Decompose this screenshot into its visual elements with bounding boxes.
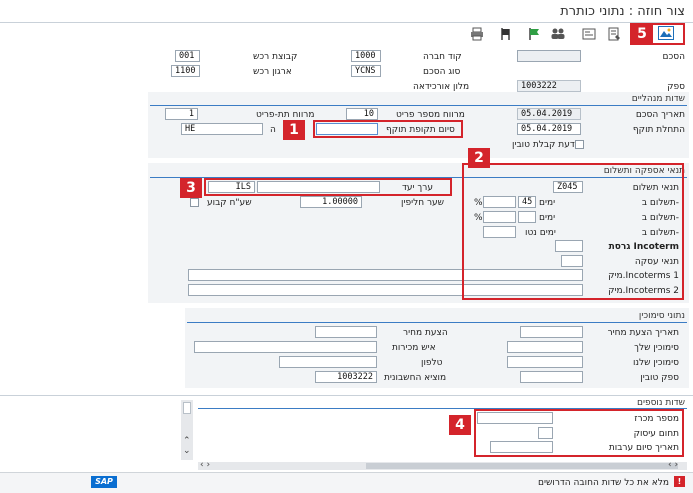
supplying-vendor-label: ספק טובין — [640, 373, 679, 383]
scroll-left-arrow[interactable]: ‹ › — [200, 460, 210, 470]
annotation-badge-2: 2 — [468, 148, 490, 168]
salesperson-field[interactable] — [194, 341, 377, 353]
exchange-rate-field[interactable]: 1.00000 — [300, 196, 362, 208]
agreement-type-label: סוג הסכם — [423, 67, 461, 77]
company-code-label: קוד חברה — [423, 52, 462, 62]
supplying-vendor-field[interactable] — [520, 371, 583, 383]
subitem-interval-label: מרווח תת-פריט — [256, 110, 315, 120]
scroll-up-arrow[interactable]: ⌃ — [183, 436, 191, 446]
subitem-interval-field[interactable]: 1 — [165, 108, 198, 120]
people-icon[interactable] — [550, 27, 565, 41]
scroll-right-arrow[interactable]: ‹ › — [668, 460, 678, 470]
vendor-name: מלון אורכידאה — [413, 82, 470, 92]
agreement-date-field[interactable]: 05.04.2019 — [517, 108, 581, 120]
annotation-box-1 — [313, 120, 463, 138]
scroll-down-arrow[interactable]: ⌄ — [183, 446, 191, 456]
purch-group-label: קבוצת רכש — [253, 52, 298, 62]
our-ref-field[interactable] — [507, 356, 583, 368]
flag-icon[interactable] — [498, 27, 512, 41]
item-interval-field[interactable]: 10 — [346, 108, 378, 120]
annotation-badge-4: 4 — [449, 415, 471, 435]
flag-green-icon[interactable] — [527, 27, 541, 41]
quote-date-field[interactable] — [520, 326, 583, 338]
your-ref-field[interactable] — [507, 341, 583, 353]
language-field[interactable]: HE — [181, 123, 263, 135]
salesperson-label: איש מכירות — [392, 343, 436, 353]
invoicing-party-label: מוציא החשבונית — [384, 373, 447, 383]
title-divider — [0, 22, 693, 23]
your-ref-label: סימוכין שלך — [634, 343, 679, 353]
status-message: מלא את כל שדות החובה הדרושים — [538, 478, 669, 488]
annotation-badge-5: 5 — [631, 24, 653, 44]
annotation-box-2 — [462, 163, 684, 300]
quote-field[interactable] — [315, 326, 377, 338]
exchange-rate-label: שער חליפין — [401, 198, 445, 208]
vendor-field[interactable]: 1003222 — [517, 80, 581, 92]
vertical-scroll-thumb[interactable] — [183, 402, 191, 414]
phone-field[interactable] — [279, 356, 377, 368]
validity-start-field[interactable]: 05.04.2019 — [517, 123, 581, 135]
annotation-box-4 — [474, 409, 684, 457]
form-icon[interactable] — [582, 27, 596, 41]
gr-message-label: הודעת קבלת טובין — [512, 140, 584, 150]
our-ref-label: סימוכין שלנו — [632, 358, 679, 368]
sap-logo: SAP — [91, 476, 117, 488]
invoicing-party-field[interactable]: 1003222 — [315, 371, 377, 383]
document-edit-icon[interactable] — [607, 27, 621, 41]
language-short: ה — [270, 125, 276, 135]
company-code-field[interactable]: 1000 — [351, 50, 381, 62]
admin-section-line — [150, 105, 687, 106]
item-interval-label: מרווח מספר פריט — [396, 110, 465, 120]
horizontal-scroll-thumb[interactable] — [366, 463, 678, 469]
fixed-rate-checkbox[interactable] — [190, 198, 199, 207]
vendor-label: ספק — [667, 82, 685, 92]
reference-section-title: נתוני סימוכין — [638, 311, 685, 321]
gr-message-checkbox[interactable] — [575, 140, 584, 149]
validity-start-label: התחלת תוקף — [632, 125, 685, 135]
reference-section-line — [187, 322, 687, 323]
quote-label: הצעת מחיר — [403, 328, 448, 338]
fixed-rate-label: שע"ח קבוע — [207, 198, 252, 208]
agreement-type-field[interactable]: YCNS — [351, 65, 381, 77]
phone-label: טלפון — [421, 358, 443, 368]
purch-org-label: ארגון רכש — [253, 67, 292, 77]
purch-group-field[interactable]: 001 — [175, 50, 200, 62]
error-icon: ! — [674, 476, 685, 487]
quote-date-label: תאריך הצעת מחיר — [607, 328, 679, 338]
annotation-badge-1: 1 — [283, 120, 305, 140]
purch-org-field[interactable]: 1100 — [171, 65, 200, 77]
printer-icon[interactable] — [470, 27, 484, 41]
annotation-box-3 — [204, 178, 452, 196]
admin-section-title: שדות מנהליים — [631, 94, 685, 104]
additional-section-title: שדות נוספים — [636, 398, 685, 408]
agreement-label: הסכם — [662, 52, 685, 62]
agreement-field[interactable] — [517, 50, 581, 62]
additional-divider — [0, 395, 693, 396]
agreement-date-label: תאריך הסכם — [635, 110, 685, 120]
annotation-badge-3: 3 — [180, 178, 202, 198]
window-title: צור חוזה : נתוני כותרת — [560, 4, 685, 19]
